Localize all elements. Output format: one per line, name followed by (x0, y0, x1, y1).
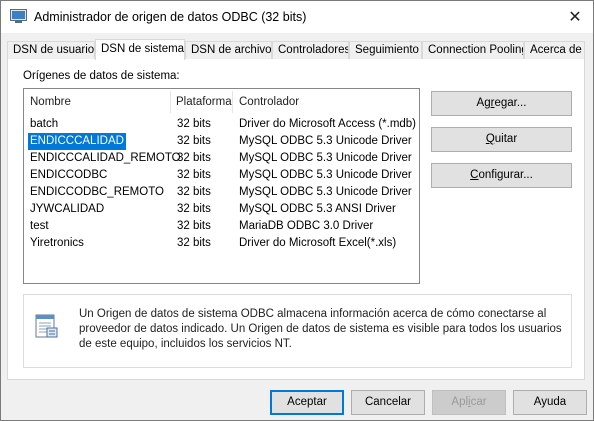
row-driver: MariaDB ODBC 3.0 Driver (239, 220, 374, 232)
info-box: Un Origen de datos de sistema ODBC almac… (23, 294, 572, 368)
row-platform: 32 bits (177, 169, 211, 181)
row-platform: 32 bits (177, 237, 211, 249)
sources-group-label: Orígenes de datos de sistema: (23, 70, 180, 82)
close-button[interactable]: ✕ (557, 1, 593, 33)
column-header-name[interactable]: Nombre (30, 89, 71, 116)
table-row[interactable]: ENDICCODBC 32 bits MySQL ODBC 5.3 Unicod… (24, 167, 419, 184)
row-name: ENDICCODBC_REMOTO (30, 186, 164, 198)
row-platform: 32 bits (177, 118, 211, 130)
tab-system-dsn[interactable]: DSN de sistema (95, 39, 185, 60)
row-name: ENDICCCALIDAD_REMOTO (30, 152, 181, 164)
table-row[interactable]: ENDICCODBC_REMOTO 32 bits MySQL ODBC 5.3… (24, 184, 419, 201)
remove-button[interactable]: Quitar (431, 127, 572, 152)
row-platform: 32 bits (177, 152, 211, 164)
table-row[interactable]: batch 32 bits Driver do Microsoft Access… (24, 116, 419, 133)
button-label: uitar (494, 133, 518, 145)
button-label: egar... (494, 97, 527, 109)
row-driver: MySQL ODBC 5.3 ANSI Driver (239, 203, 396, 215)
data-sources-list[interactable]: Nombre Plataforma Controlador batch 32 b… (23, 88, 420, 284)
row-platform: 32 bits (177, 186, 211, 198)
info-text: Un Origen de datos de sistema ODBC almac… (79, 308, 562, 350)
button-label: onfigurar... (478, 169, 533, 181)
column-separator[interactable] (232, 91, 233, 113)
column-header-driver[interactable]: Controlador (239, 89, 299, 116)
table-row[interactable]: ENDICCCALIDAD_REMOTO 32 bits MySQL ODBC … (24, 150, 419, 167)
row-platform: 32 bits (177, 135, 211, 147)
access-key: Q (485, 133, 495, 145)
row-name: ENDICCODBC (30, 169, 108, 181)
table-row[interactable]: Yiretronics 32 bits Driver do Microsoft … (24, 235, 419, 252)
odbc-app-icon (10, 9, 27, 23)
tab-connection-pooling[interactable]: Connection Pooling (422, 41, 524, 59)
row-name: test (30, 220, 49, 232)
help-button[interactable]: Ayuda (513, 390, 587, 415)
row-name: Yiretronics (30, 237, 84, 249)
row-name: ENDICCCALIDAD (27, 132, 127, 151)
table-row-selected[interactable]: ENDICCCALIDAD 32 bits MySQL ODBC 5.3 Uni… (24, 132, 419, 151)
row-driver: Driver do Microsoft Access (*.mdb) (239, 118, 417, 130)
table-row[interactable]: JYWCALIDAD 32 bits MySQL ODBC 5.3 ANSI D… (24, 201, 419, 218)
add-button[interactable]: Agregar... (431, 91, 572, 116)
row-driver: MySQL ODBC 5.3 Unicode Driver (239, 169, 412, 181)
title-bar: Administrador de origen de datos ODBC (3… (1, 1, 593, 33)
row-driver: MySQL ODBC 5.3 Unicode Driver (239, 135, 412, 147)
row-name: batch (30, 118, 59, 130)
column-separator[interactable] (170, 91, 171, 113)
close-icon: ✕ (568, 9, 582, 26)
button-label: Ag (476, 97, 491, 109)
row-platform: 32 bits (177, 203, 211, 215)
tab-user-dsn[interactable]: DSN de usuario (7, 41, 95, 59)
tab-about[interactable]: Acerca de (524, 41, 585, 59)
row-platform: 32 bits (177, 220, 211, 232)
row-driver: MySQL ODBC 5.3 Unicode Driver (239, 186, 412, 198)
column-header-platform[interactable]: Plataforma (176, 89, 232, 116)
tab-tracing[interactable]: Seguimiento (349, 41, 422, 59)
row-driver: Driver do Microsoft Excel(*.xls) (239, 237, 397, 249)
ok-button[interactable]: Aceptar (270, 390, 344, 415)
tab-strip: DSN de usuario DSN de sistema DSN de arc… (7, 39, 585, 60)
table-row[interactable]: test 32 bits MariaDB ODBC 3.0 Driver (24, 218, 419, 235)
row-name: JYWCALIDAD (30, 203, 105, 215)
cancel-button[interactable]: Cancelar (351, 390, 425, 415)
row-driver: MySQL ODBC 5.3 Unicode Driver (239, 152, 412, 164)
apply-button[interactable]: Aplicar (432, 390, 506, 415)
button-label: Apl (451, 396, 469, 408)
button-label: car (470, 396, 487, 408)
configure-button[interactable]: Configurar... (431, 163, 572, 188)
tab-file-dsn[interactable]: DSN de archivo (185, 41, 272, 59)
tab-drivers[interactable]: Controladores (272, 41, 349, 59)
datasource-icon (35, 314, 58, 338)
window-title: Administrador de origen de datos ODBC (3… (34, 10, 307, 24)
